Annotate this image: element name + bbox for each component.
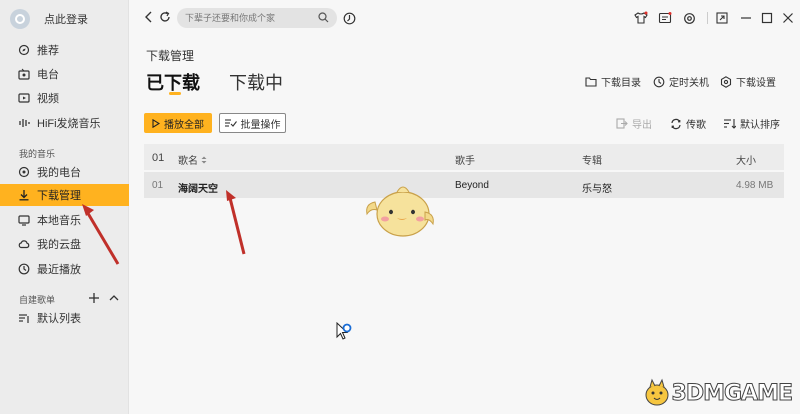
topbar-divider — [707, 12, 708, 24]
export-icon — [616, 118, 628, 129]
profile[interactable]: 点此登录 — [10, 8, 88, 30]
sidebar-item-label: 我的云盘 — [37, 239, 81, 251]
close-icon[interactable] — [781, 11, 795, 25]
export-button[interactable]: 导出 — [616, 116, 652, 131]
maximize-icon[interactable] — [760, 11, 774, 25]
playlist-icon — [18, 312, 30, 324]
watermark-logo-icon — [645, 378, 669, 406]
my-radio-icon — [18, 166, 30, 178]
sidebar-item-label: 最近播放 — [37, 264, 81, 276]
sidebar-item-label: 推荐 — [37, 45, 59, 57]
radio-icon — [18, 68, 30, 80]
tab-downloading[interactable]: 下载中 — [229, 69, 283, 95]
sidebar-item-label: 电台 — [37, 69, 59, 81]
play-icon — [152, 118, 160, 128]
download-settings-button[interactable]: 下载设置 — [720, 74, 776, 89]
add-playlist-icon[interactable] — [89, 292, 99, 306]
sidebar-item-label: 视频 — [37, 93, 59, 105]
transfer-button[interactable]: 传歌 — [670, 116, 706, 131]
row-size: 4.98 MB — [736, 180, 774, 191]
local-music-icon — [18, 214, 30, 226]
sidebar-item-label: 默认列表 — [37, 313, 81, 325]
top-bar — [129, 0, 800, 36]
page-title: 下载管理 — [146, 49, 195, 63]
download-settings-label: 下载设置 — [736, 78, 776, 89]
sort-toggle-icon[interactable] — [201, 156, 207, 167]
search-input[interactable] — [185, 13, 315, 23]
watermark-text: 3DMGAME — [671, 380, 793, 406]
mascot-bird-image — [366, 186, 434, 237]
header-artist: 歌手 — [455, 156, 475, 167]
playlist-section-label: 自建歌单 — [19, 294, 56, 305]
settings-icon — [720, 75, 732, 88]
sort-icon — [724, 118, 736, 129]
recommend-icon — [18, 44, 30, 56]
sidebar-item-default-playlist[interactable]: 默认列表 — [0, 307, 129, 329]
mini-mode-icon[interactable] — [715, 11, 729, 25]
search-box[interactable] — [177, 8, 337, 28]
batch-icon — [224, 118, 237, 128]
download-folder-label: 下载目录 — [601, 78, 641, 89]
play-all-label: 播放全部 — [164, 119, 204, 131]
sidebar-item-radio[interactable]: 电台 — [0, 63, 129, 85]
sidebar-item-video[interactable]: 视频 — [0, 87, 129, 109]
table-header: 01 歌名 歌手 专辑 大小 — [144, 144, 784, 170]
sidebar-item-label: HiFi发烧音乐 — [37, 118, 101, 130]
batch-operation-button[interactable]: 批量操作 — [219, 113, 286, 133]
timer-shutdown-label: 定时关机 — [669, 78, 709, 89]
export-label: 导出 — [632, 120, 652, 131]
my-music-section-label: 我的音乐 — [19, 149, 56, 159]
active-tab-indicator — [169, 92, 181, 95]
search-icon[interactable] — [318, 12, 329, 26]
collapse-playlist-icon[interactable] — [109, 292, 119, 306]
sidebar-item-hifi[interactable]: HiFi发烧音乐 — [0, 112, 129, 134]
watermark: 3DMGAME — [642, 378, 794, 408]
listen-identify-icon[interactable] — [342, 11, 356, 25]
avatar[interactable] — [10, 9, 30, 29]
back-icon[interactable] — [142, 10, 156, 24]
sidebar-item-label: 我的电台 — [37, 167, 81, 179]
sidebar-item-label: 下载管理 — [37, 190, 81, 202]
mouse-cursor-icon — [336, 322, 352, 340]
annotation-arrow-sidebar — [82, 204, 120, 265]
row-song-name[interactable]: 海阔天空 — [178, 180, 218, 195]
download-folder-button[interactable]: 下载目录 — [585, 74, 641, 89]
sidebar-item-my-radio[interactable]: 我的电台 — [0, 161, 129, 183]
row-artist[interactable]: Beyond — [455, 180, 489, 191]
message-icon[interactable] — [658, 11, 672, 25]
sidebar-item-recommend[interactable]: 推荐 — [0, 39, 129, 61]
skin-icon[interactable] — [634, 11, 648, 25]
transfer-icon — [670, 118, 682, 130]
sidebar-item-label: 本地音乐 — [37, 215, 81, 227]
sort-label: 默认排序 — [740, 120, 780, 131]
annotation-arrow-song — [226, 190, 246, 255]
sort-button[interactable]: 默认排序 — [724, 116, 780, 131]
timer-icon — [653, 76, 665, 88]
hifi-icon — [18, 117, 30, 129]
video-icon — [18, 92, 30, 104]
play-all-button[interactable]: 播放全部 — [144, 113, 212, 133]
row-index: 01 — [152, 180, 164, 191]
cloud-icon — [18, 238, 30, 250]
login-label[interactable]: 点此登录 — [44, 11, 88, 27]
minimize-icon[interactable] — [739, 11, 753, 25]
row-album[interactable]: 乐与怒 — [582, 180, 612, 195]
timer-shutdown-button[interactable]: 定时关机 — [653, 74, 709, 89]
header-song-name-label: 歌名 — [178, 156, 198, 167]
transfer-label: 传歌 — [686, 120, 706, 131]
batch-operation-label: 批量操作 — [240, 119, 281, 131]
header-album: 专辑 — [582, 156, 602, 167]
refresh-icon[interactable] — [158, 10, 172, 24]
header-song-name[interactable]: 歌名 — [178, 152, 207, 167]
playlist-section-header: 自建歌单 — [19, 292, 119, 306]
header-size: 大小 — [736, 156, 756, 167]
download-icon — [18, 189, 30, 201]
folder-icon — [585, 76, 597, 87]
header-index: 01 — [152, 152, 165, 164]
settings-gear-icon[interactable] — [682, 11, 696, 25]
history-icon — [18, 263, 30, 275]
